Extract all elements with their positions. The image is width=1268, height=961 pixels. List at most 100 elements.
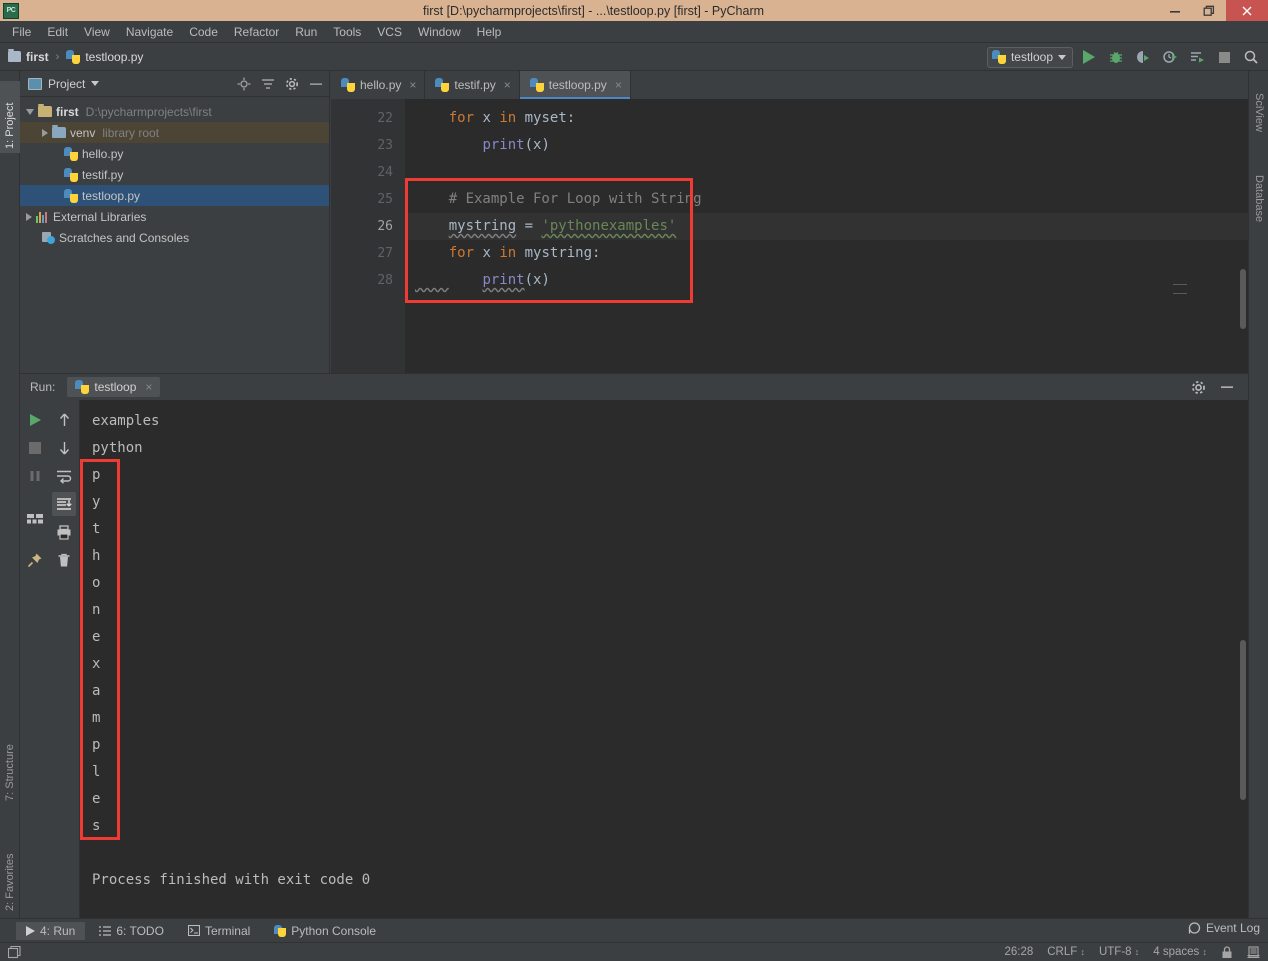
arrow-up-icon xyxy=(59,413,69,426)
settings-icon[interactable] xyxy=(1191,380,1206,395)
sidebar-item-favorites[interactable]: 2: Favorites xyxy=(0,819,20,915)
menu-refactor[interactable]: Refactor xyxy=(226,23,287,41)
bottom-item-todo[interactable]: 6: TODO xyxy=(89,922,174,940)
tree-node-venv[interactable]: venv library root xyxy=(20,122,329,143)
line-separator[interactable]: CRLF ↕ xyxy=(1047,946,1085,958)
settings-icon[interactable] xyxy=(285,77,299,91)
bottom-item-python-console[interactable]: Python Console xyxy=(264,922,386,940)
chevron-down-icon[interactable] xyxy=(26,108,34,115)
bottom-item-run[interactable]: 4: Run xyxy=(16,921,86,940)
run-panel-tab[interactable]: testloop × xyxy=(67,377,161,397)
tree-node-external-libraries[interactable]: External Libraries xyxy=(20,206,329,227)
updown-icon: ↕ xyxy=(1202,947,1208,957)
show-tool-windows-icon[interactable] xyxy=(8,945,21,959)
menu-edit[interactable]: Edit xyxy=(39,23,76,41)
line-number: 28 xyxy=(377,273,393,288)
debug-icon xyxy=(1110,51,1122,63)
stop-button[interactable] xyxy=(1213,46,1235,68)
clear-all-button[interactable] xyxy=(52,548,76,572)
menu-run[interactable]: Run xyxy=(287,23,325,41)
menu-navigate[interactable]: Navigate xyxy=(118,23,181,41)
code-editor[interactable]: 22 23 24 25 26 27 28 for x in myset: pri… xyxy=(331,99,1248,373)
fold-indicator xyxy=(1173,284,1187,285)
chevron-right-icon[interactable] xyxy=(26,212,32,221)
menu-view[interactable]: View xyxy=(76,23,118,41)
event-log-label: Event Log xyxy=(1205,921,1260,935)
tree-node-scratches[interactable]: Scratches and Consoles xyxy=(20,227,329,248)
library-icon xyxy=(36,211,49,223)
console-scrollbar[interactable] xyxy=(1240,640,1246,800)
locate-icon[interactable] xyxy=(237,77,251,91)
updown-icon: ↕ xyxy=(1134,947,1140,957)
sidebar-item-structure[interactable]: 7: Structure xyxy=(0,711,20,805)
run-with-coverage-button[interactable] xyxy=(1132,46,1154,68)
print-button[interactable] xyxy=(52,520,76,544)
up-the-stack-button[interactable] xyxy=(52,408,76,432)
hide-icon[interactable] xyxy=(309,77,323,91)
chevron-right-icon[interactable] xyxy=(42,128,48,137)
close-icon[interactable]: × xyxy=(409,78,416,92)
chevron-down-icon[interactable] xyxy=(91,81,100,86)
python-file-icon xyxy=(529,78,544,92)
tree-node-first[interactable]: first D:\pycharmprojects\first xyxy=(20,101,329,122)
profile-button[interactable] xyxy=(1159,46,1181,68)
editor-scrollbar[interactable] xyxy=(1240,269,1246,329)
tab-testloop-py[interactable]: testloop.py × xyxy=(519,71,631,99)
layout-icon xyxy=(26,514,43,524)
bottom-item-todo-label: 6: TODO xyxy=(116,923,164,938)
tab-testif-py[interactable]: testif.py × xyxy=(425,71,520,99)
sidebar-item-project[interactable]: 1: Project xyxy=(0,81,20,153)
menu-window[interactable]: Window xyxy=(410,23,469,41)
console-line-exit: Process finished with exit code 0 xyxy=(92,872,371,888)
menu-vcs[interactable]: VCS xyxy=(369,23,410,41)
menu-file[interactable]: File xyxy=(4,23,39,41)
minimize-icon[interactable] xyxy=(1158,0,1192,21)
pause-button[interactable] xyxy=(23,464,47,488)
bottom-item-terminal[interactable]: Terminal xyxy=(178,922,260,940)
run-tests-button[interactable] xyxy=(1186,46,1208,68)
arrow-down-icon xyxy=(59,442,69,455)
console-output[interactable]: examples python p y t h o n e x a m p l … xyxy=(80,400,1248,918)
file-encoding[interactable]: UTF-8 ↕ xyxy=(1099,946,1139,958)
layout-button[interactable] xyxy=(23,506,47,530)
menu-code[interactable]: Code xyxy=(181,23,226,41)
breadcrumb-file[interactable]: testloop.py xyxy=(85,50,143,64)
event-log-button[interactable]: Event Log xyxy=(1188,921,1260,935)
soft-wrap-button[interactable] xyxy=(52,464,76,488)
hide-icon[interactable] xyxy=(1220,380,1234,394)
close-icon[interactable] xyxy=(1226,0,1268,21)
collapse-all-icon[interactable] xyxy=(261,77,275,91)
indent-setting[interactable]: 4 spaces ↕ xyxy=(1153,946,1207,958)
tree-node-testloop-py[interactable]: testloop.py xyxy=(20,185,329,206)
run-configuration-selector[interactable]: testloop xyxy=(986,46,1073,68)
menu-help[interactable]: Help xyxy=(469,23,510,41)
down-the-stack-button[interactable] xyxy=(52,436,76,460)
restore-icon[interactable] xyxy=(1192,0,1226,21)
menu-tools[interactable]: Tools xyxy=(325,23,369,41)
inspection-icon[interactable] xyxy=(1247,945,1260,959)
run-configuration-label: testloop xyxy=(1010,50,1053,64)
python-file-icon xyxy=(64,146,78,161)
file-encoding-label: UTF-8 xyxy=(1098,946,1132,958)
folder-blue-icon xyxy=(52,125,66,138)
scroll-to-end-button[interactable] xyxy=(52,492,77,516)
debug-button[interactable] xyxy=(1105,46,1127,68)
rerun-button[interactable] xyxy=(23,408,47,432)
breadcrumb-project[interactable]: first xyxy=(26,50,49,64)
tab-hello-py[interactable]: hello.py × xyxy=(331,71,426,99)
caret-position[interactable]: 26:28 xyxy=(1004,946,1033,958)
token-text: x xyxy=(474,245,500,261)
stop-button[interactable] xyxy=(23,436,47,460)
sidebar-item-sciview[interactable]: SciView xyxy=(1249,89,1268,161)
line-number: 24 xyxy=(377,165,393,180)
close-icon[interactable]: × xyxy=(615,78,622,92)
lock-icon[interactable] xyxy=(1221,945,1233,959)
close-icon[interactable]: × xyxy=(145,380,152,394)
close-icon[interactable]: × xyxy=(504,78,511,92)
code-content[interactable]: for x in myset: print(x) # Example For L… xyxy=(405,99,1248,373)
pin-tab-button[interactable] xyxy=(23,548,47,572)
run-button[interactable] xyxy=(1078,46,1100,68)
search-everywhere-button[interactable] xyxy=(1240,46,1262,68)
tree-node-testif-py[interactable]: testif.py xyxy=(20,164,329,185)
tree-node-hello-py[interactable]: hello.py xyxy=(20,143,329,164)
